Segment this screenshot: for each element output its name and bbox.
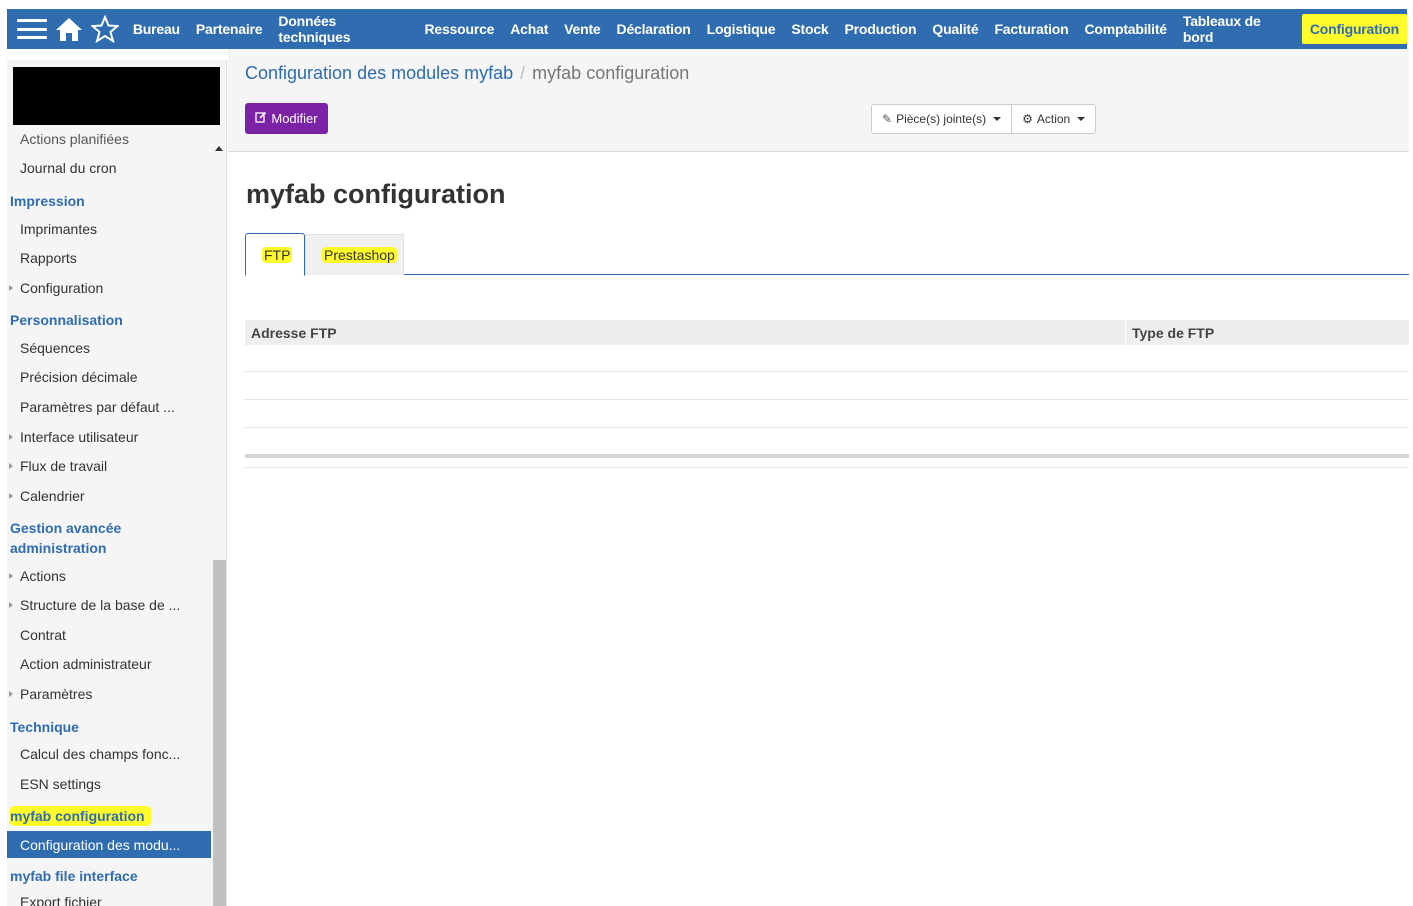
- tab-ftp[interactable]: FTP: [245, 233, 305, 276]
- sidebar-section-technique[interactable]: Technique: [10, 717, 79, 737]
- sidebar-section-myfab-file-interface[interactable]: myfab file interface: [10, 866, 138, 886]
- hamburger-menu-icon[interactable]: [17, 17, 47, 41]
- sidebar-scrollbar[interactable]: [213, 560, 226, 906]
- sidebar-item-calendrier[interactable]: Calendrier: [9, 488, 85, 504]
- sidebar-item-esn-settings[interactable]: ESN settings: [20, 776, 101, 792]
- main-menu: Bureau Partenaire Données techniques Res…: [125, 9, 1407, 49]
- main-content: Configuration des modules myfab / myfab co…: [228, 49, 1409, 906]
- sidebar-item-export-fichier[interactable]: Export fichier: [20, 894, 102, 906]
- table-row: [245, 371, 1409, 372]
- table-row: [245, 399, 1409, 400]
- attachments-button[interactable]: ✎ Pièce(s) jointe(s): [872, 105, 1011, 133]
- breadcrumb-current: myfab configuration: [532, 63, 690, 83]
- menu-ressource[interactable]: Ressource: [416, 14, 502, 44]
- menu-bureau[interactable]: Bureau: [125, 14, 188, 44]
- menu-qualite[interactable]: Qualité: [924, 14, 986, 44]
- form-tabs: FTP Prestashop: [245, 233, 1409, 276]
- caret-right-icon: [9, 463, 13, 469]
- sidebar-item-structure-base[interactable]: Structure de la base de ...: [9, 597, 180, 613]
- sidebar-item-interface-utilisateur[interactable]: Interface utilisateur: [9, 429, 138, 445]
- sidebar-item-rapports[interactable]: Rapports: [20, 250, 77, 266]
- modify-button-label: Modifier: [271, 111, 318, 126]
- sidebar-item-parametres[interactable]: Paramètres: [9, 686, 92, 702]
- top-navbar: Bureau Partenaire Données techniques Res…: [7, 9, 1407, 49]
- caret-right-icon: [9, 602, 13, 608]
- gear-icon: ⚙: [1022, 112, 1033, 126]
- sidebar-actions-group: ✎ Pièce(s) jointe(s) ⚙ Action: [871, 104, 1097, 134]
- table-row: [245, 427, 1409, 428]
- sidebar-section-personnalisation[interactable]: Personnalisation: [10, 310, 123, 330]
- menu-declaration[interactable]: Déclaration: [609, 14, 699, 44]
- edit-icon: [255, 111, 267, 126]
- menu-vente[interactable]: Vente: [556, 14, 608, 44]
- home-icon[interactable]: [55, 15, 83, 43]
- sidebar-item-journal-cron[interactable]: Journal du cron: [20, 160, 117, 176]
- scroll-up-arrow-icon[interactable]: [215, 146, 223, 151]
- menu-donnees-techniques[interactable]: Données techniques: [270, 13, 416, 45]
- sidebar-item-configuration-modules[interactable]: Configuration des modu...: [7, 831, 211, 858]
- menu-configuration[interactable]: Configuration: [1301, 14, 1407, 44]
- menu-facturation[interactable]: Facturation: [986, 14, 1076, 44]
- menu-comptabilite[interactable]: Comptabilité: [1076, 14, 1174, 44]
- sidebar-item-precision-decimale[interactable]: Précision décimale: [20, 369, 138, 385]
- control-panel: Configuration des modules myfab / myfab co…: [228, 49, 1409, 152]
- caret-right-icon: [9, 285, 13, 291]
- caret-right-icon: [9, 691, 13, 697]
- table-footer: [245, 454, 1409, 458]
- menu-achat[interactable]: Achat: [502, 14, 556, 44]
- caret-down-icon: [993, 117, 1002, 121]
- sidebar-item-contrat[interactable]: Contrat: [20, 627, 66, 643]
- menu-tableaux-de-bord[interactable]: Tableaux de bord: [1175, 13, 1300, 45]
- table-header: Adresse FTP Type de FTP: [245, 320, 1409, 345]
- company-logo: [13, 67, 220, 125]
- column-header-adresse-ftp[interactable]: Adresse FTP: [245, 320, 1125, 345]
- caret-down-icon: [1077, 117, 1086, 121]
- sidebar-item-calcul-champs[interactable]: Calcul des champs fonc...: [20, 746, 180, 762]
- breadcrumb-separator: /: [520, 63, 526, 83]
- sidebar-item-flux-travail[interactable]: Flux de travail: [9, 458, 107, 474]
- caret-right-icon: [9, 573, 13, 579]
- star-icon[interactable]: [90, 15, 119, 43]
- sidebar-item-configuration[interactable]: Configuration: [9, 280, 103, 296]
- menu-stock[interactable]: Stock: [783, 14, 836, 44]
- page-title: myfab configuration: [246, 179, 506, 209]
- sidebar-section-gestion-avancee[interactable]: Gestion avancée administration: [10, 518, 121, 558]
- breadcrumb-link[interactable]: Configuration des modules myfab: [245, 63, 513, 83]
- paperclip-icon: ✎: [882, 112, 893, 126]
- sidebar-section-impression[interactable]: Impression: [10, 191, 85, 211]
- sidebar-section-myfab-configuration[interactable]: myfab configuration: [10, 806, 151, 826]
- table-bottom-line: [245, 467, 1409, 468]
- sidebar: Actions planifiées Journal du cron Impre…: [7, 60, 227, 906]
- action-button[interactable]: ⚙ Action: [1011, 105, 1095, 133]
- sidebar-item-actions-planifiees[interactable]: Actions planifiées: [20, 131, 129, 147]
- caret-right-icon: [9, 434, 13, 440]
- sidebar-item-parametres-defaut[interactable]: Paramètres par défaut ...: [20, 399, 175, 415]
- sidebar-item-actions[interactable]: Actions: [9, 568, 66, 584]
- sidebar-item-action-administrateur[interactable]: Action administrateur: [20, 656, 152, 672]
- sidebar-item-sequences[interactable]: Séquences: [20, 340, 90, 356]
- menu-production[interactable]: Production: [837, 14, 925, 44]
- menu-partenaire[interactable]: Partenaire: [188, 14, 270, 44]
- caret-right-icon: [9, 493, 13, 499]
- menu-logistique[interactable]: Logistique: [699, 14, 784, 44]
- sidebar-item-imprimantes[interactable]: Imprimantes: [20, 221, 97, 237]
- column-header-type-ftp[interactable]: Type de FTP: [1125, 320, 1409, 345]
- tab-prestashop[interactable]: Prestashop: [305, 234, 404, 275]
- modify-button[interactable]: Modifier: [245, 103, 328, 134]
- breadcrumb: Configuration des modules myfab / myfab co…: [245, 63, 689, 84]
